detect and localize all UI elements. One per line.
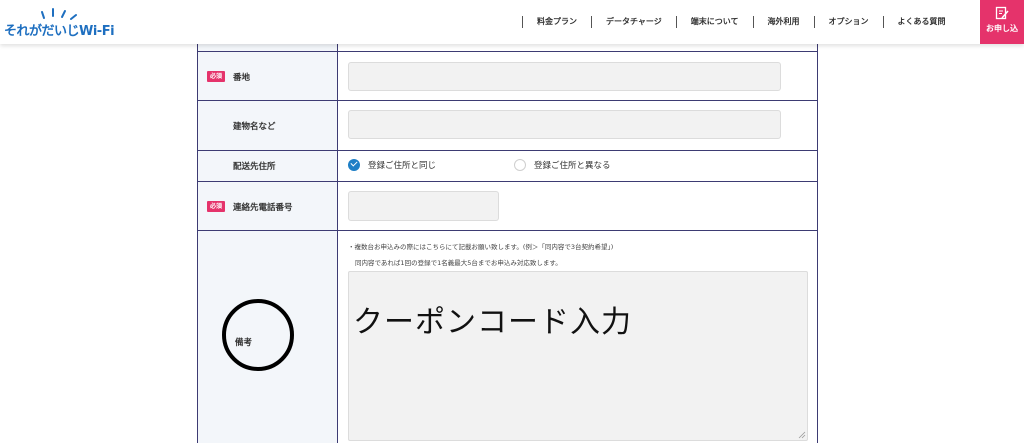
- delivery-label: 配送先住所: [233, 162, 276, 172]
- phone-input[interactable]: [348, 191, 499, 221]
- row-field-cell: [339, 52, 817, 100]
- row-field-cell: [339, 44, 817, 51]
- edit-form-icon: [995, 6, 1009, 20]
- banchi-input[interactable]: [348, 62, 781, 91]
- form-row-delivery: 配送先住所 登録ご住所と同じ 登録ご住所と異なる: [198, 151, 817, 182]
- logo-text: それがだいじWi-Fi: [4, 24, 115, 39]
- radio-checked-icon: [348, 159, 360, 171]
- nav-item-options[interactable]: オプション: [813, 16, 883, 28]
- form-row-phone: 必須 連絡先電話番号: [198, 182, 817, 231]
- remarks-text: クーポンコード入力: [353, 305, 632, 340]
- resize-handle-icon[interactable]: [798, 431, 806, 439]
- delivery-same-radio[interactable]: 登録ご住所と同じ: [348, 159, 436, 171]
- nav-item-device[interactable]: 端末について: [675, 16, 753, 28]
- row-field-cell: ・複数台お申込みの際にはこちらにて記載お願い致します。(例＞「同内容で3台契約希…: [339, 231, 817, 443]
- row-label-cell: [198, 44, 338, 51]
- site-logo[interactable]: それがだいじWi-Fi: [4, 8, 134, 42]
- form-row-banchi: 必須 番地: [198, 52, 817, 101]
- main-nav: 料金プラン データチャージ 端末について 海外利用 オプション よくある質問: [522, 14, 960, 30]
- apply-button[interactable]: お申し込: [980, 0, 1024, 44]
- form-row-building: 建物名など: [198, 101, 817, 151]
- row-label-cell: 配送先住所: [198, 151, 338, 181]
- remarks-label: 備考: [235, 338, 253, 348]
- sparkle-icon: [41, 8, 77, 20]
- row-field-cell: [339, 101, 817, 150]
- remarks-note-2: 同内容であれば1回の登録で1名義最大5台までお申込み対応致します。: [355, 259, 562, 267]
- row-label-cell: 必須 番地: [198, 52, 338, 100]
- building-input[interactable]: [348, 110, 781, 139]
- delivery-different-radio[interactable]: 登録ご住所と異なる: [514, 159, 611, 171]
- phone-label: 連絡先電話番号: [233, 203, 293, 213]
- row-label-cell: 建物名など: [198, 101, 338, 150]
- delivery-different-label: 登録ご住所と異なる: [534, 161, 611, 171]
- nav-item-faq[interactable]: よくある質問: [882, 16, 960, 28]
- required-badge: 必須: [207, 71, 225, 82]
- apply-label: お申し込: [986, 24, 1018, 33]
- remarks-note-1: ・複数台お申込みの際にはこちらにて記載お願い致します。(例＞「同内容で3台契約希…: [348, 243, 614, 251]
- hand-drawn-circle: [222, 299, 294, 371]
- nav-item-overseas[interactable]: 海外利用: [752, 16, 814, 28]
- form-row-prev: [198, 44, 817, 52]
- application-form: 必須 番地 建物名など 配送先住所 登録ご住所と同じ 登録ご住所と異なる 必須 …: [197, 44, 818, 443]
- required-badge: 必須: [207, 201, 225, 212]
- building-label: 建物名など: [233, 122, 276, 132]
- site-header: それがだいじWi-Fi 料金プラン データチャージ 端末について 海外利用 オプ…: [0, 0, 1024, 44]
- nav-item-data-charge[interactable]: データチャージ: [591, 16, 676, 28]
- nav-item-plans[interactable]: 料金プラン: [522, 16, 591, 28]
- delivery-same-label: 登録ご住所と同じ: [368, 161, 437, 171]
- row-label-cell: 必須 連絡先電話番号: [198, 182, 338, 230]
- row-label-cell: 備考: [198, 231, 338, 443]
- banchi-label: 番地: [233, 73, 251, 83]
- row-field-cell: 登録ご住所と同じ 登録ご住所と異なる: [339, 151, 817, 181]
- radio-unchecked-icon: [514, 159, 526, 171]
- row-field-cell: [339, 182, 817, 230]
- form-row-remarks: 備考 ・複数台お申込みの際にはこちらにて記載お願い致します。(例＞「同内容で3台…: [198, 231, 817, 443]
- remarks-textarea[interactable]: クーポンコード入力: [348, 271, 808, 441]
